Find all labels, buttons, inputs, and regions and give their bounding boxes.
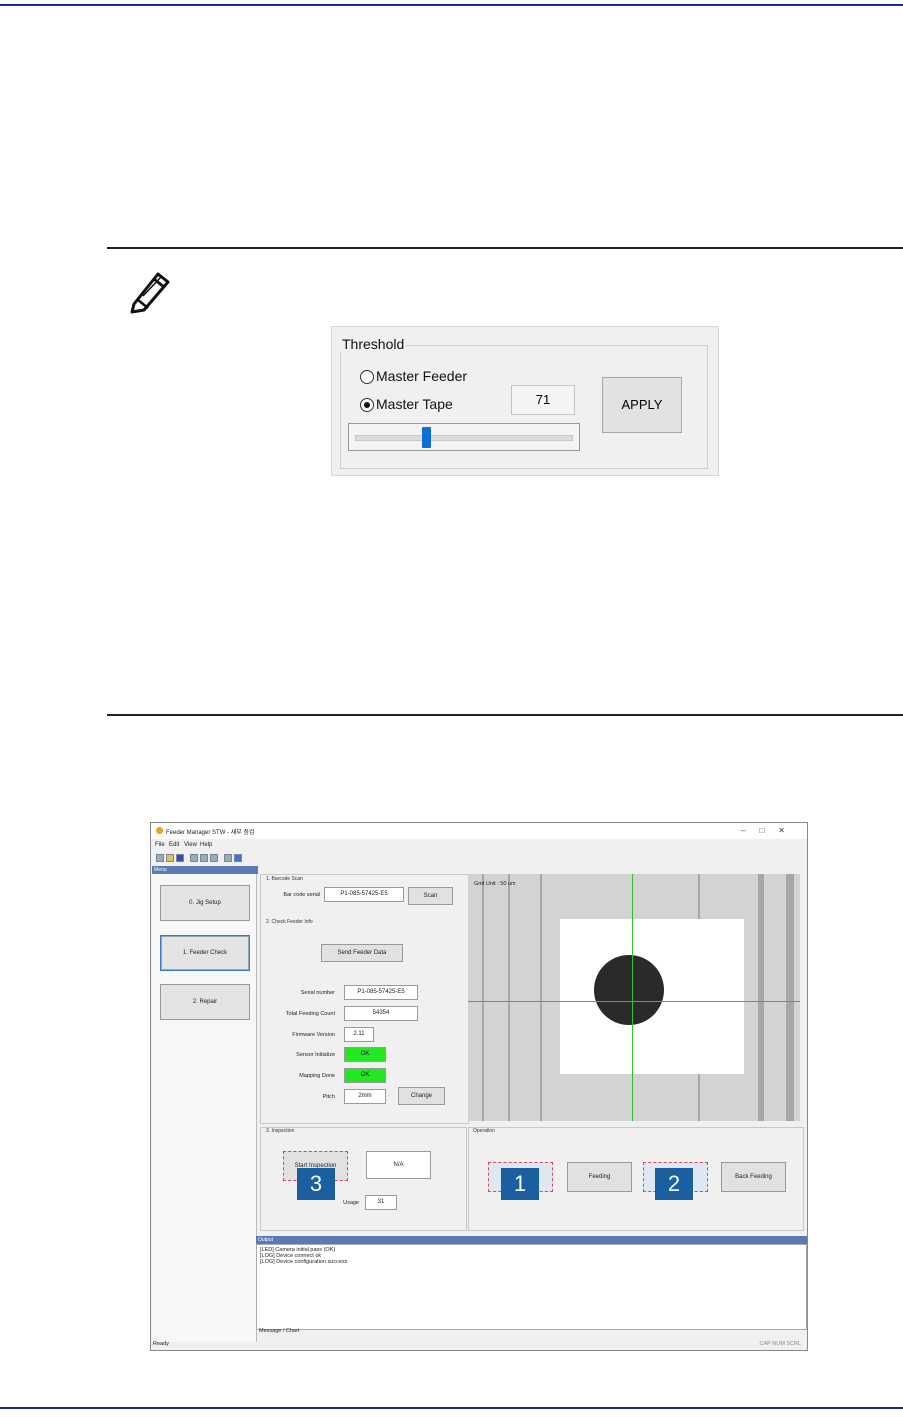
title-bar: Feeder Manager STW - 새부 점검 –□✕ (151, 823, 807, 839)
mapping-status-badge: OK (344, 1068, 386, 1083)
barcode-field[interactable]: P1-085-57425-E5 (324, 887, 404, 902)
threshold-slider[interactable] (348, 423, 580, 451)
sidebar-item-feeder-check[interactable]: 1. Feeder Check (160, 935, 250, 971)
menu-bar: File Edit View Help (151, 841, 807, 851)
master-tape-radio[interactable] (360, 398, 374, 412)
crosshair-horizontal (468, 1001, 800, 1002)
barcode-label: Bar code serial (283, 892, 320, 898)
sidebar-item-jig-setup[interactable]: 0. Jig Setup (160, 885, 250, 921)
info-section-label: 2. Check Feeder Info (266, 919, 313, 925)
threshold-value-field[interactable]: 71 (511, 385, 575, 415)
menu-view[interactable]: View (184, 842, 197, 848)
paste-icon[interactable] (210, 854, 218, 862)
callout-badge-2: 2 (655, 1168, 693, 1200)
mapping-label: Mapping Done (299, 1073, 335, 1079)
tape-streak (786, 874, 794, 1121)
sensor-status-badge: OK (344, 1047, 386, 1062)
firmware-label: Firmware Version (292, 1032, 335, 1038)
pitch-field[interactable]: 2mm (344, 1089, 386, 1104)
bottom-rule (0, 1407, 903, 1409)
note-top-rule (107, 247, 903, 249)
count-field: 54354 (344, 1006, 418, 1021)
copy-icon[interactable] (200, 854, 208, 862)
window-controls[interactable]: –□✕ (741, 826, 799, 835)
master-tape-label: Master Tape (376, 396, 453, 412)
app-window: Feeder Manager STW - 새부 점검 –□✕ File Edit… (150, 822, 808, 1351)
tape-streak (508, 874, 510, 1121)
usage-field: 31 (365, 1195, 397, 1210)
tape-streak (758, 874, 764, 1121)
master-feeder-radio[interactable] (360, 370, 374, 384)
change-button[interactable]: Change (398, 1087, 445, 1105)
note-bottom-rule (107, 714, 903, 716)
pencil-note-icon (130, 272, 170, 314)
sidebar-item-repair[interactable]: 2. Repair (160, 984, 250, 1020)
menu-help[interactable]: Help (200, 842, 212, 848)
scan-button[interactable]: Scan (408, 887, 453, 905)
app-icon (156, 827, 163, 834)
inspection-result-field: N/A (366, 1151, 431, 1179)
status-bar: Ready CAP NUM SCRL (151, 1339, 807, 1349)
callout-badge-3: 3 (297, 1168, 335, 1200)
cut-icon[interactable] (190, 854, 198, 862)
top-rule (0, 4, 903, 6)
output-header: Output (256, 1236, 807, 1244)
toolbar (154, 853, 274, 863)
output-tabs[interactable]: Message / Chart (259, 1328, 299, 1334)
status-text: Ready (153, 1341, 169, 1347)
send-feeder-data-button[interactable]: Send Feeder Data (321, 944, 403, 962)
slider-thumb[interactable] (421, 427, 431, 448)
sensor-label: Sensor Initialize (296, 1052, 335, 1058)
threshold-panel: Threshold Master Feeder Master Tape 71 A… (331, 326, 719, 476)
count-label: Total Feeding Count (285, 1011, 335, 1017)
about-icon[interactable] (234, 854, 242, 862)
sidebar: 0. Jig Setup 1. Feeder Check 2. Repair (152, 874, 257, 1342)
status-indicators: CAP NUM SCRL (759, 1341, 801, 1347)
menu-edit[interactable]: Edit (169, 842, 179, 848)
grid-unit-label: Grid Unit : 50 um (474, 881, 516, 887)
threshold-title: Threshold (340, 336, 407, 352)
tape-streak (482, 874, 484, 1121)
pitch-label: Pitch (322, 1094, 335, 1100)
output-panel: [LED] Camera initial pass (OK) [LOG] Dev… (256, 1244, 807, 1330)
tape-streak (540, 874, 542, 1121)
print-icon[interactable] (224, 854, 232, 862)
master-feeder-label: Master Feeder (376, 368, 468, 384)
output-line: [LOG] Device configuration success (260, 1259, 348, 1265)
menu-file[interactable]: File (155, 842, 165, 848)
firmware-field: 2.11 (344, 1027, 374, 1042)
camera-view: Grid Unit : 50 um (468, 874, 800, 1121)
usage-label: Usage (343, 1200, 359, 1206)
crosshair-vertical (632, 874, 633, 1121)
callout-badge-1: 1 (501, 1168, 539, 1200)
serial-field: P1-085-57425-E5 (344, 985, 418, 1000)
tape-hole (594, 955, 664, 1025)
inspection-section-label: 3. Inspection (266, 1128, 295, 1134)
sidebar-header: Menu (152, 866, 258, 874)
back-feeding-button[interactable]: Back Feeding (721, 1162, 786, 1192)
apply-button[interactable]: APPLY (602, 377, 682, 433)
new-icon[interactable] (156, 854, 164, 862)
window-title: Feeder Manager STW - 새부 점검 (166, 830, 255, 836)
open-icon[interactable] (166, 854, 174, 862)
serial-label: Serial number (300, 990, 335, 996)
barcode-section-label: 1. Barcode Scan (266, 876, 303, 882)
operation-section-label: Operation (473, 1128, 495, 1134)
slider-track (355, 435, 573, 441)
save-icon[interactable] (176, 854, 184, 862)
feeding-button[interactable]: Feeding (567, 1162, 632, 1192)
